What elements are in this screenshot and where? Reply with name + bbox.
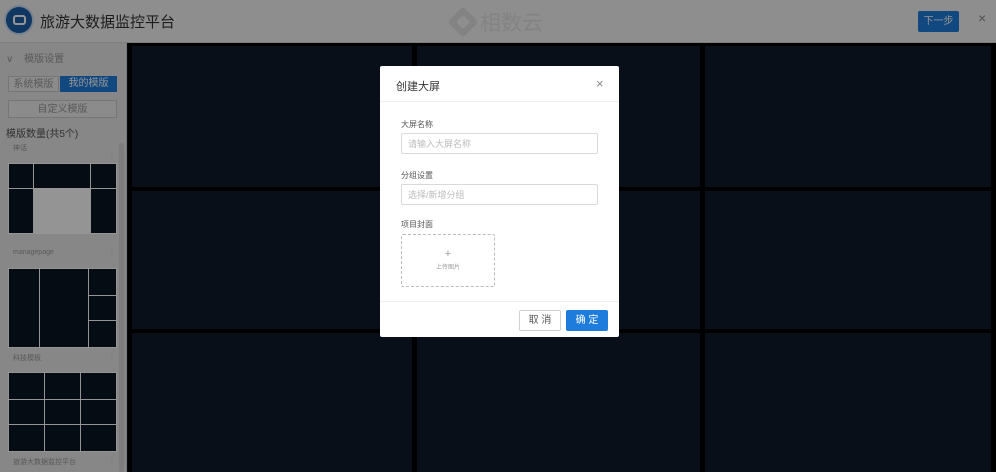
- plus-icon: +: [444, 248, 452, 260]
- upload-label: 上传图片: [435, 265, 460, 271]
- divider: [380, 301, 619, 302]
- screen-name-input[interactable]: [401, 133, 598, 154]
- close-icon[interactable]: ×: [596, 76, 604, 91]
- upload-cover-button[interactable]: + 上传图片: [401, 234, 495, 287]
- create-screen-dialog: 创建大屏 × 大屏名称 分组设置 项目封面 + 上传图片 取 消 确 定: [380, 66, 619, 337]
- group-settings-label: 分组设置: [401, 171, 433, 180]
- confirm-button[interactable]: 确 定: [566, 310, 608, 331]
- group-select-input[interactable]: [401, 184, 598, 205]
- dialog-title: 创建大屏: [396, 81, 440, 93]
- cover-label: 项目封面: [401, 220, 433, 229]
- divider: [380, 101, 619, 102]
- screen-name-label: 大屏名称: [401, 120, 433, 129]
- cancel-button[interactable]: 取 消: [519, 310, 561, 331]
